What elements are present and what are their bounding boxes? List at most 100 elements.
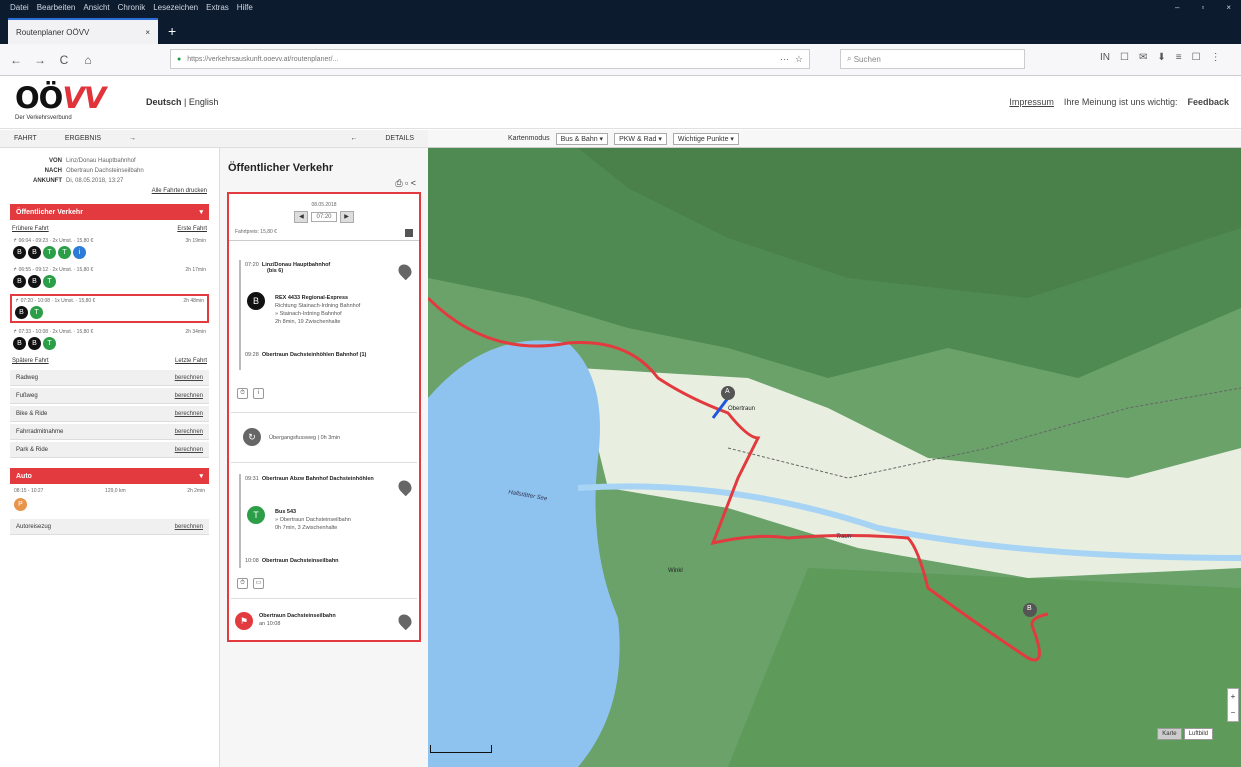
- connection-item[interactable]: ↱ 06:55 - 09:12 · 2x Umst. · 15,80 € 2h 1…: [10, 265, 209, 290]
- first-link[interactable]: Erste Fahrt: [177, 226, 207, 232]
- tab-fahrt[interactable]: FAHRT: [0, 135, 51, 142]
- print-share-icons[interactable]: ⎙ ▫ <: [395, 178, 416, 189]
- zoom-in-button[interactable]: +: [1228, 689, 1238, 705]
- menu-bookmarks[interactable]: Lesezeichen: [153, 3, 198, 12]
- tab-ergebnis[interactable]: ERGEBNIS: [51, 135, 115, 142]
- reader-icon[interactable]: ≡: [1176, 52, 1182, 63]
- clock-icon[interactable]: ⏱: [237, 388, 248, 399]
- connection-duration: 2h 34min: [185, 329, 206, 335]
- clock-icon[interactable]: ⏱: [237, 578, 248, 589]
- connection-duration: 2h 48min: [183, 298, 204, 304]
- url-bar[interactable]: ● https://verkehrsauskunft.ooevv.at/rout…: [170, 49, 810, 69]
- connection-item[interactable]: ↱ 06:04 - 09:23 · 2x Umst. · 15,80 € 3h 1…: [10, 236, 209, 261]
- tab-close-icon[interactable]: ×: [145, 28, 150, 37]
- reload-icon[interactable]: C: [56, 53, 72, 67]
- feedback-link[interactable]: Feedback: [1187, 97, 1229, 107]
- tab-details[interactable]: DETAILS: [371, 135, 428, 142]
- tab-forward[interactable]: →: [115, 135, 150, 142]
- back-icon[interactable]: ←: [8, 53, 24, 67]
- maximize-button[interactable]: ▫: [1201, 3, 1204, 12]
- map-pin-icon[interactable]: [395, 611, 415, 631]
- forward-icon[interactable]: →: [32, 53, 48, 67]
- url-actions: ··· ☆: [780, 54, 803, 65]
- divider: [231, 598, 417, 599]
- details-back-icon[interactable]: ←: [336, 135, 371, 142]
- leg1-dep-platform: (bis 6): [267, 268, 284, 274]
- calculate-link[interactable]: berechnen: [175, 393, 203, 399]
- calculate-link[interactable]: berechnen: [175, 447, 203, 453]
- chevron-down-icon: ▾: [199, 209, 203, 216]
- zoom-out-button[interactable]: −: [1228, 705, 1238, 721]
- transport-icons: B B T T i: [13, 246, 206, 259]
- map-type-karte[interactable]: Karte: [1157, 728, 1182, 740]
- town-label: Obertraun: [728, 406, 756, 412]
- transfer-text: Übergangsfussweg | 0h 3min: [269, 435, 341, 441]
- logo-accent: VV: [62, 81, 106, 115]
- close-window-button[interactable]: ×: [1226, 3, 1231, 12]
- menu-help[interactable]: Hilfe: [237, 3, 253, 12]
- auto-header[interactable]: Auto ▾: [10, 468, 209, 484]
- lang-de-link[interactable]: Deutsch: [146, 97, 182, 107]
- lang-en-link[interactable]: English: [189, 97, 219, 107]
- sidebar-icon[interactable]: ☐: [1120, 52, 1129, 63]
- leg1-dep-time: 07:20: [245, 262, 259, 268]
- menu-edit[interactable]: Bearbeiten: [37, 3, 76, 12]
- download-icon[interactable]: ⬇: [1157, 52, 1165, 63]
- poi-select[interactable]: Wichtige Punkte ▾: [672, 132, 739, 145]
- pkw-rad-select[interactable]: PKW & Rad ▾: [614, 132, 667, 145]
- bookmark-star-icon[interactable]: ☆: [795, 54, 803, 65]
- tab-bar: Routenplaner OÖVV × +: [0, 14, 1241, 44]
- train-icon: B: [28, 337, 41, 350]
- extension-icon[interactable]: ✉: [1139, 52, 1147, 63]
- library-icon[interactable]: IN: [1100, 52, 1110, 63]
- feedback-prompt: Ihre Meinung ist uns wichtig:: [1063, 97, 1178, 107]
- minimize-button[interactable]: –: [1175, 3, 1179, 12]
- ticket-icon[interactable]: [405, 229, 413, 237]
- menu-extras[interactable]: Extras: [206, 3, 229, 12]
- river-label: Traun: [836, 534, 852, 540]
- map-pin-icon[interactable]: [395, 477, 415, 497]
- arrival-value: Di, 08.05.2018, 13:27: [66, 178, 124, 184]
- new-tab-button[interactable]: +: [168, 23, 176, 39]
- last-link[interactable]: Letzte Fahrt: [175, 358, 207, 364]
- bus-bahn-select[interactable]: Bus & Bahn ▾: [555, 132, 609, 145]
- more-icon[interactable]: ···: [780, 54, 789, 65]
- map-view[interactable]: Hallstätter See Traun Obertraun Winkl A …: [428, 148, 1241, 767]
- impressum-link[interactable]: Impressum: [1009, 97, 1054, 107]
- transport-icons: B B T: [13, 275, 206, 288]
- menu-file[interactable]: Datei: [10, 3, 29, 12]
- calculate-link[interactable]: berechnen: [175, 524, 203, 530]
- connection-summary: ↱ 06:04 - 09:23 · 2x Umst. · 15,80 €: [13, 238, 94, 244]
- calculate-link[interactable]: berechnen: [175, 411, 203, 417]
- connection-item-selected[interactable]: ↱ 07:20 - 10:08 · 1x Umst. · 15,80 € 2h 4…: [10, 294, 209, 323]
- calculate-link[interactable]: berechnen: [175, 375, 203, 381]
- map-pin-icon[interactable]: [395, 261, 415, 281]
- train-icon: B: [13, 246, 26, 259]
- calculate-link[interactable]: berechnen: [175, 429, 203, 435]
- menu-history[interactable]: Chronik: [118, 3, 146, 12]
- earlier-link[interactable]: Frühere Fahrt: [12, 226, 49, 232]
- info-icon[interactable]: i: [253, 388, 264, 399]
- screenshot-icon[interactable]: ☐: [1192, 52, 1201, 63]
- oovv-logo[interactable]: OÖVV: [15, 81, 106, 115]
- public-transport-header[interactable]: Öffentlicher Verkehr ▾: [10, 204, 209, 220]
- menu-icon[interactable]: ⋮: [1211, 52, 1221, 63]
- results-sidebar: VON Linz/Donau Hauptbahnhof NACH Obertraun…: [0, 148, 220, 767]
- next-time-button[interactable]: ▶: [339, 211, 354, 223]
- menu-view[interactable]: Ansicht: [83, 3, 109, 12]
- print-all-link[interactable]: Alle Fahrten drucken: [0, 188, 219, 194]
- map-type-luftbild[interactable]: Luftbild: [1183, 728, 1213, 740]
- home-icon[interactable]: ⌂: [80, 53, 96, 67]
- public-transport-title: Öffentlicher Verkehr: [16, 208, 83, 216]
- destination-name: Obertraun Dachsteinseilbahn: [259, 613, 336, 619]
- auto-route-item[interactable]: 08:15 - 10:27 129,0 km 2h 2min: [0, 484, 219, 498]
- auto-icon-row: P: [0, 498, 219, 511]
- connection-item[interactable]: ↱ 07:33 - 10:08 · 2x Umst. · 15,80 € 2h 3…: [10, 327, 209, 352]
- browser-tab[interactable]: Routenplaner OÖVV ×: [8, 18, 158, 44]
- prev-time-button[interactable]: ◀: [294, 211, 309, 223]
- later-link[interactable]: Spätere Fahrt: [12, 358, 49, 364]
- auto-duration: 2h 2min: [187, 488, 205, 494]
- search-input[interactable]: ⌕ Suchen: [840, 49, 1025, 69]
- leg1-train-info: » Stainach-Irdning Bahnhof: [275, 311, 342, 317]
- bus-stop-icon[interactable]: ▭: [253, 578, 264, 589]
